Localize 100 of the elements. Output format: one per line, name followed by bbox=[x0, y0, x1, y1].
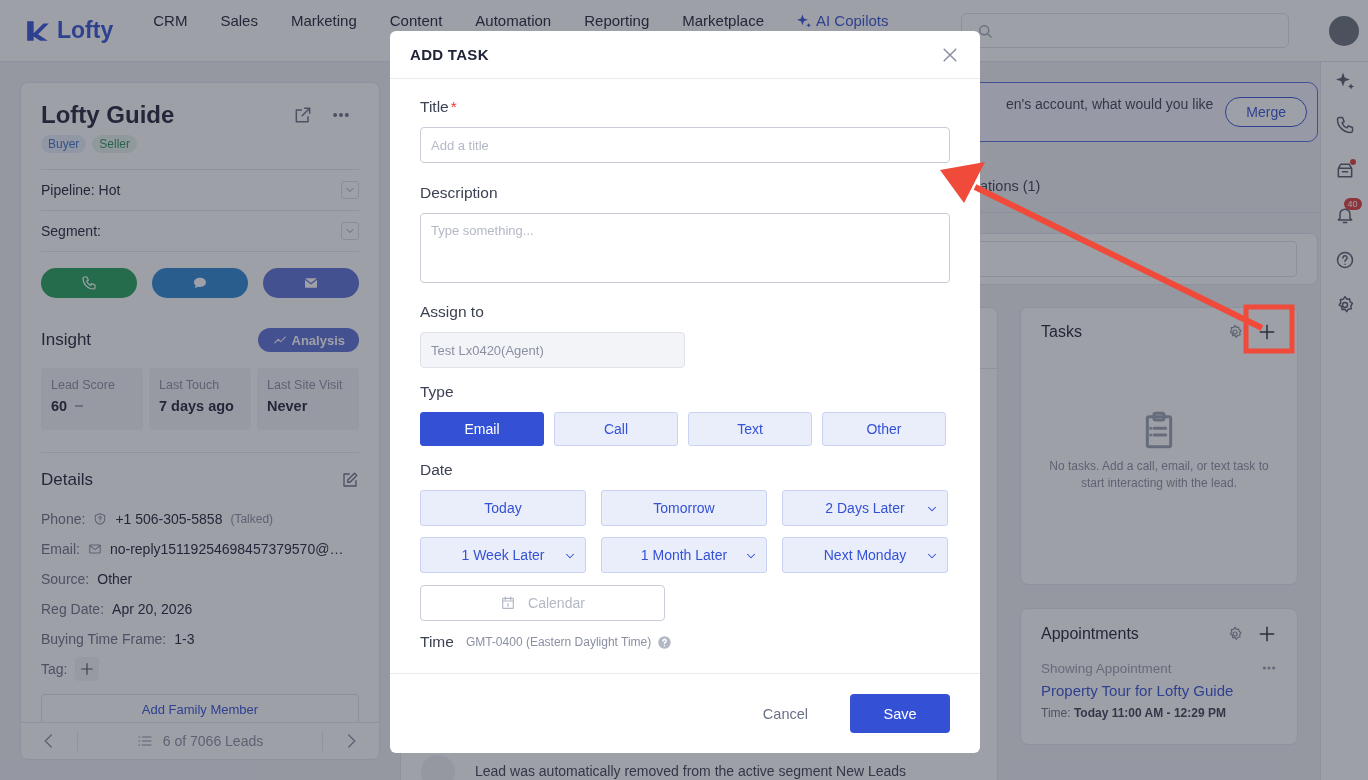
date-option[interactable]: 2 Days Later bbox=[782, 490, 948, 526]
phone-icon bbox=[81, 275, 97, 291]
message-button[interactable] bbox=[152, 268, 248, 298]
activity-text: Lead was automatically removed from the active segment New Leads bbox=[475, 763, 907, 779]
help-icon[interactable] bbox=[1334, 250, 1355, 270]
empty-message: No tasks. Add a call, email, or text task to start interacting with the lead. bbox=[1048, 458, 1270, 492]
settings-icon[interactable] bbox=[1227, 626, 1243, 642]
field-value: no-reply15119254698457379570@… bbox=[109, 541, 344, 557]
date-option[interactable]: Tomorrow bbox=[601, 490, 767, 526]
help-icon bbox=[657, 634, 673, 650]
edit-icon[interactable] bbox=[341, 471, 359, 489]
field-label: Phone: bbox=[41, 511, 86, 527]
field-value: +1 506-305-5858 bbox=[115, 511, 223, 527]
description-input[interactable]: Type something... bbox=[420, 213, 950, 283]
date-option[interactable]: Today bbox=[420, 490, 586, 526]
field-label: Date bbox=[420, 461, 453, 479]
field-label: Title bbox=[420, 98, 449, 116]
shield-icon bbox=[93, 512, 108, 526]
phone-icon[interactable] bbox=[1334, 115, 1355, 135]
nav-item[interactable]: Content bbox=[389, 12, 443, 29]
field-label: Email: bbox=[41, 541, 80, 557]
field-value: 1-3 bbox=[174, 631, 195, 647]
dialog-title: ADD TASK bbox=[410, 46, 490, 63]
highlight-box bbox=[1243, 304, 1295, 354]
envelope-icon bbox=[303, 275, 319, 291]
segment-select[interactable]: Segment: bbox=[41, 210, 359, 251]
stat-label: Last Site Visit bbox=[267, 378, 344, 392]
lead-tag: Seller bbox=[92, 135, 138, 153]
section-title: Insight bbox=[41, 330, 93, 350]
plus-icon bbox=[79, 661, 96, 677]
logo-text[interactable]: Lofty bbox=[57, 17, 114, 44]
sparkle-icon bbox=[796, 13, 811, 28]
timezone-text: GMT-0400 (Eastern Daylight Time) bbox=[465, 635, 652, 649]
card-title: Tasks bbox=[1041, 323, 1083, 341]
stat-label: Last Touch bbox=[159, 378, 221, 392]
nav-item[interactable]: Marketplace bbox=[682, 12, 764, 29]
notification-badge: 40 bbox=[1343, 198, 1362, 210]
type-option[interactable]: Other bbox=[822, 412, 946, 446]
add-task-button[interactable] bbox=[1257, 322, 1277, 342]
envelope-icon bbox=[87, 542, 102, 556]
nav-item[interactable]: AI Copilots bbox=[815, 12, 889, 29]
avatar[interactable] bbox=[1329, 15, 1359, 46]
stat-value: Never bbox=[267, 398, 308, 414]
unread-dot bbox=[1349, 159, 1356, 165]
banner-text: en's account, what would you like bbox=[1005, 96, 1214, 112]
share-icon[interactable] bbox=[293, 105, 313, 125]
plus-icon bbox=[1257, 624, 1277, 644]
chat-icon bbox=[192, 275, 208, 291]
appointment-time: Time: Today 11:00 AM - 12:29 PM bbox=[1041, 706, 1227, 720]
type-option[interactable]: Text bbox=[688, 412, 812, 446]
save-button[interactable]: Save bbox=[850, 694, 950, 733]
lead-name: Lofty Guide bbox=[41, 101, 176, 129]
required-mark: * bbox=[450, 98, 457, 116]
field-label: Time bbox=[420, 632, 454, 652]
stat-value: 60 bbox=[51, 398, 68, 414]
type-option[interactable]: Email bbox=[420, 412, 544, 446]
search-field[interactable] bbox=[961, 13, 1289, 48]
call-button[interactable] bbox=[41, 268, 137, 298]
card-title: Appointments bbox=[1041, 625, 1140, 643]
appointment-link[interactable]: Property Tour for Lofty Guide bbox=[1041, 682, 1277, 699]
pipeline-select[interactable]: Pipeline: Hot bbox=[41, 169, 359, 210]
appointment-type: Showing Appointment bbox=[1041, 660, 1173, 676]
field-label: Buying Time Frame: bbox=[41, 631, 167, 647]
field-value: Apr 20, 2026 bbox=[112, 601, 193, 617]
email-button[interactable] bbox=[263, 268, 359, 298]
field-value: Other bbox=[97, 571, 133, 587]
plus-icon bbox=[1257, 322, 1277, 342]
merge-button[interactable]: Merge bbox=[1225, 97, 1307, 127]
type-option[interactable]: Call bbox=[554, 412, 678, 446]
lead-tag: Buyer bbox=[41, 135, 87, 153]
add-family-button[interactable]: Add Family Member bbox=[41, 694, 359, 722]
field-label: Source: bbox=[41, 571, 90, 587]
stat-value: 7 days ago bbox=[159, 398, 234, 414]
field-label: Description bbox=[420, 184, 498, 202]
lead-counter: 6 of 7066 Leads bbox=[162, 733, 264, 749]
nav-item[interactable]: Reporting bbox=[584, 12, 650, 29]
sparkle-icon[interactable] bbox=[1335, 72, 1354, 90]
field-label: Assign to bbox=[420, 303, 484, 321]
field-note: (Talked) bbox=[230, 512, 274, 526]
field-label: Type bbox=[420, 383, 454, 401]
calendar-icon bbox=[500, 595, 517, 611]
nav-item[interactable]: Sales bbox=[220, 12, 258, 29]
nav-item[interactable]: Automation bbox=[475, 12, 552, 29]
date-option[interactable]: Next Monday bbox=[782, 537, 948, 573]
add-appointment-button[interactable] bbox=[1257, 624, 1277, 644]
field-label: Tag: bbox=[41, 661, 68, 677]
settings-icon[interactable] bbox=[1227, 324, 1243, 340]
title-input[interactable]: Add a title bbox=[420, 127, 950, 163]
trend-icon bbox=[272, 333, 287, 347]
analysis-button[interactable]: Analysis bbox=[257, 328, 359, 352]
date-option[interactable]: 1 Month Later bbox=[601, 537, 767, 573]
field-label: Reg Date: bbox=[41, 601, 105, 617]
list-icon bbox=[136, 733, 153, 749]
stat-label: Lead Score bbox=[51, 378, 116, 392]
nav-item[interactable]: Marketing bbox=[290, 12, 357, 29]
nav-item[interactable]: CRM bbox=[153, 12, 188, 29]
cancel-button[interactable]: Cancel bbox=[750, 697, 820, 730]
add-tag-button[interactable] bbox=[75, 657, 100, 681]
section-title: Details bbox=[41, 470, 94, 490]
date-option[interactable]: 1 Week Later bbox=[420, 537, 586, 573]
